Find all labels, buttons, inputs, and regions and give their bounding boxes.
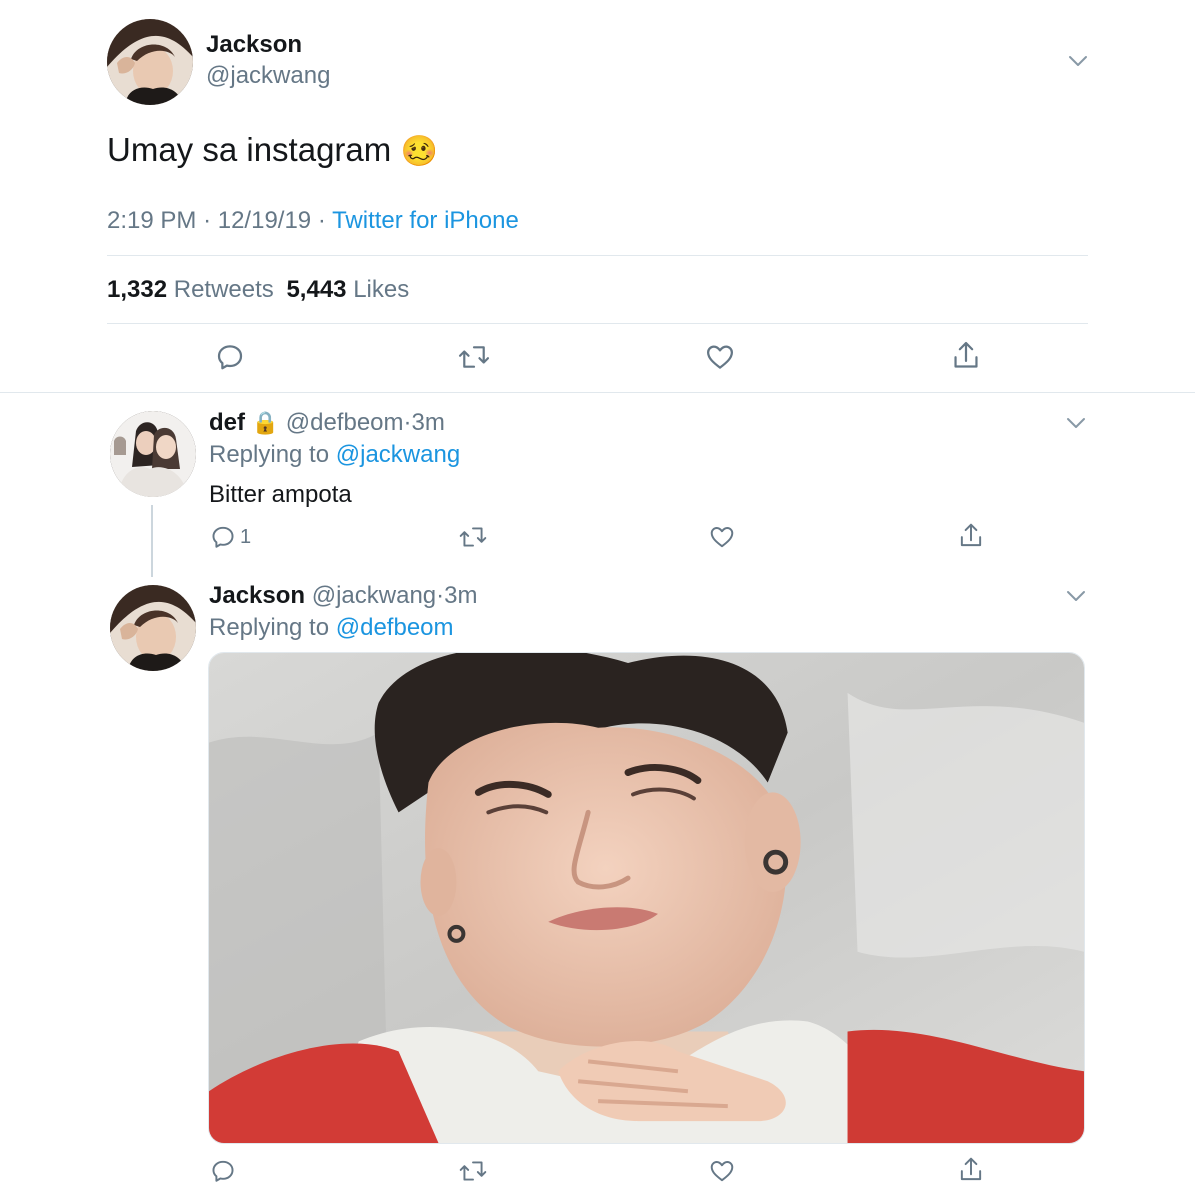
- reply-1-share-button[interactable]: [958, 522, 984, 550]
- reply-2-header: Jackson @jackwang·3m: [209, 582, 478, 610]
- replying-to-label: Replying to: [209, 614, 330, 641]
- main-like-button[interactable]: [705, 342, 735, 372]
- reply-2-replying-to: Replying to @defbeom: [209, 614, 454, 642]
- meta-separator: ·: [403, 409, 412, 436]
- reply-1-handle[interactable]: @defbeom: [286, 409, 404, 436]
- chevron-down-icon[interactable]: [1066, 416, 1086, 430]
- share-icon: [954, 341, 978, 368]
- reply-2-display-name[interactable]: Jackson: [209, 582, 305, 609]
- woozy-face-icon: 🥴: [400, 135, 438, 168]
- heart-icon: [707, 345, 733, 369]
- main-tweet-time: 2:19 PM: [107, 207, 197, 234]
- main-tweet-date: 12/19/19: [217, 207, 312, 234]
- reply-icon: [217, 345, 243, 370]
- reply-2-handle[interactable]: @jackwang: [312, 582, 436, 609]
- main-tweet-source-link[interactable]: Twitter for iPhone: [332, 207, 519, 234]
- likes-count[interactable]: 5,443: [286, 276, 346, 303]
- reply-1-reply-count: 1: [240, 525, 252, 548]
- reply-1-like-button[interactable]: [709, 524, 735, 550]
- reply-1-reply-button[interactable]: 1: [210, 524, 251, 550]
- main-tweet-meta: 2:19 PM · 12/19/19 · Twitter for iPhone: [107, 207, 519, 235]
- reply-2-like-button[interactable]: [709, 1158, 735, 1184]
- main-tweet-avatar[interactable]: [107, 19, 193, 105]
- reply-1-retweet-button[interactable]: [458, 524, 488, 550]
- main-tweet-stats: 1,332 Retweets 5,443 Likes: [107, 276, 409, 304]
- retweets-label[interactable]: Retweets: [174, 276, 274, 303]
- main-tweet-text: Umay sa instagram 🥴: [107, 131, 438, 169]
- replying-to-link[interactable]: @jackwang: [336, 441, 460, 468]
- heart-icon: [710, 1161, 734, 1182]
- main-tweet-handle[interactable]: @jackwang: [206, 62, 330, 90]
- reply-icon: [212, 526, 234, 548]
- thread-connector-line: [151, 505, 153, 577]
- reply-icon: [212, 1160, 234, 1182]
- main-retweet-button[interactable]: [457, 342, 491, 372]
- meta-separator: ·: [317, 207, 326, 234]
- lock-icon: 🔒: [251, 410, 280, 435]
- retweets-count[interactable]: 1,332: [107, 276, 167, 303]
- main-tweet-display-name[interactable]: Jackson: [206, 31, 302, 59]
- chevron-down-icon[interactable]: [1068, 54, 1088, 68]
- main-share-button[interactable]: [951, 340, 981, 372]
- reply-1-age[interactable]: 3m: [412, 409, 445, 436]
- main-tweet-text-body: Umay sa instagram: [107, 131, 392, 168]
- replying-to-label: Replying to: [209, 441, 330, 468]
- reply-1-display-name[interactable]: def: [209, 409, 245, 436]
- reply-1-avatar[interactable]: [110, 411, 196, 497]
- retweet-icon: [459, 527, 487, 547]
- meta-separator: ·: [436, 582, 445, 609]
- likes-label[interactable]: Likes: [353, 276, 409, 303]
- chevron-down-icon[interactable]: [1066, 589, 1086, 603]
- retweet-icon: [459, 1161, 487, 1181]
- retweet-icon: [458, 346, 490, 368]
- share-icon: [960, 1157, 982, 1181]
- replying-to-link[interactable]: @defbeom: [336, 614, 454, 641]
- heart-icon: [710, 527, 734, 548]
- reply-1-replying-to: Replying to @jackwang: [209, 441, 460, 469]
- reply-2-media-image[interactable]: [208, 652, 1085, 1144]
- section-divider: [0, 392, 1195, 393]
- reply-2-avatar[interactable]: [110, 585, 196, 671]
- reply-2-retweet-button[interactable]: [458, 1158, 488, 1184]
- reply-2-share-button[interactable]: [958, 1156, 984, 1184]
- divider: [107, 323, 1088, 324]
- reply-2-age[interactable]: 3m: [444, 582, 477, 609]
- meta-separator: ·: [203, 207, 212, 234]
- reply-2-reply-button[interactable]: [210, 1158, 236, 1184]
- reply-1-header: def 🔒 @defbeom·3m: [209, 409, 445, 437]
- reply-1-text: Bitter ampota: [209, 481, 352, 508]
- divider: [107, 255, 1088, 256]
- share-icon: [960, 523, 982, 547]
- main-reply-button[interactable]: [215, 342, 245, 372]
